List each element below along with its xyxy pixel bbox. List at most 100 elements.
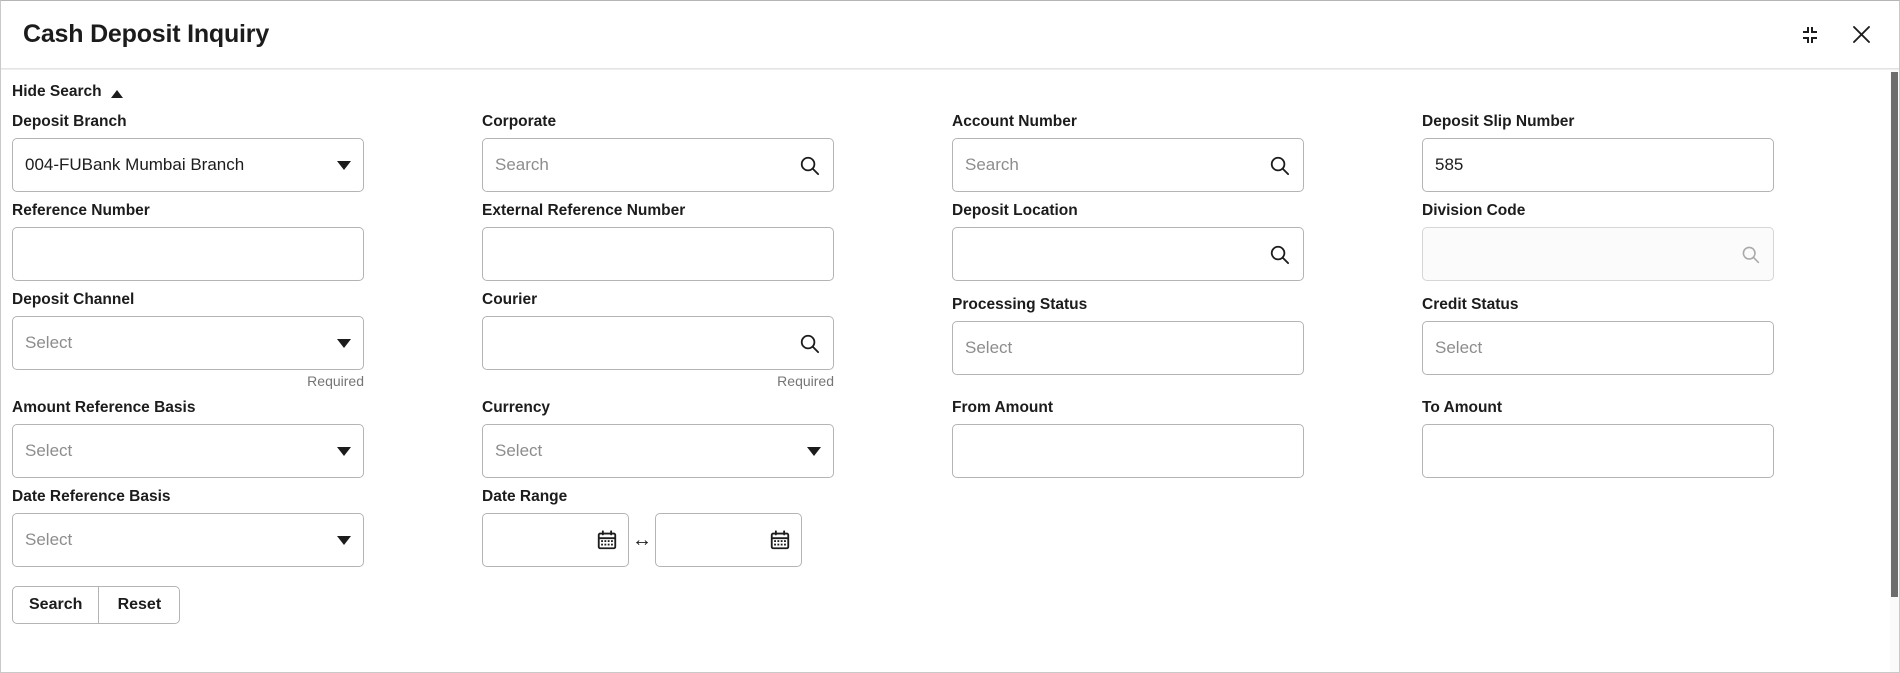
deposit-branch-value: 004-FUBank Mumbai Branch [25, 155, 245, 174]
reference-number-control[interactable] [12, 227, 364, 281]
calendar-icon[interactable] [596, 529, 618, 551]
processing-status-multiselect[interactable]: Select [952, 321, 1304, 375]
field-deposit-channel: Deposit Channel Select Required [12, 291, 364, 389]
account-number-search-control[interactable] [952, 138, 1304, 192]
field-account-number: Account Number [952, 113, 1304, 192]
field-division-code: Division Code [1422, 202, 1774, 281]
processing-status-placeholder: Select [965, 338, 1013, 357]
deposit-channel-placeholder: Select [25, 333, 73, 352]
date-range-group: ↔ [482, 513, 834, 567]
chevron-down-icon [807, 446, 821, 456]
titlebar-actions [1798, 21, 1875, 48]
from-amount-input[interactable] [965, 425, 1291, 477]
search-panel-body: Hide Search Deposit Branch 004-FUBank Mu… [1, 69, 1899, 672]
label-date-range: Date Range [482, 488, 568, 505]
currency-placeholder: Select [495, 441, 543, 460]
caret-up-icon [110, 90, 123, 98]
date-range-separator-icon: ↔ [632, 529, 652, 551]
search-form-grid: Deposit Branch 004-FUBank Mumbai Branch … [1, 101, 1899, 577]
reference-number-input[interactable] [25, 228, 351, 280]
chevron-down-icon [337, 446, 351, 456]
search-panel-actions: Search Reset [12, 586, 1899, 624]
label-deposit-location: Deposit Location [952, 202, 1078, 219]
scrollbar-thumb[interactable] [1891, 72, 1898, 597]
cash-deposit-inquiry-window: Cash Deposit Inquiry Hide Search Deposit… [0, 0, 1900, 673]
date-range-to-input[interactable] [666, 514, 769, 566]
calendar-icon[interactable] [769, 529, 791, 551]
collapse-corners-icon[interactable] [1798, 23, 1822, 47]
chevron-down-icon [337, 160, 351, 170]
division-code-input [1435, 228, 1740, 280]
search-icon[interactable] [1268, 154, 1291, 177]
deposit-slip-number-control[interactable] [1422, 138, 1774, 192]
deposit-channel-required-msg: Required [307, 373, 364, 389]
page-title: Cash Deposit Inquiry [23, 20, 270, 48]
label-external-reference-number: External Reference Number [482, 202, 686, 219]
from-amount-control[interactable] [952, 424, 1304, 478]
amount-reference-basis-select[interactable]: Select [12, 424, 364, 478]
division-code-control [1422, 227, 1774, 281]
field-date-range: Date Range ↔ [482, 488, 834, 567]
label-account-number: Account Number [952, 113, 1077, 130]
to-amount-control[interactable] [1422, 424, 1774, 478]
credit-status-placeholder: Select [1435, 338, 1483, 357]
search-icon [1740, 244, 1761, 265]
field-date-reference-basis: Date Reference Basis Select [12, 488, 364, 567]
date-reference-basis-select[interactable]: Select [12, 513, 364, 567]
field-currency: Currency Select [482, 399, 834, 478]
search-icon[interactable] [1268, 243, 1291, 266]
deposit-channel-select[interactable]: Select [12, 316, 364, 370]
to-amount-input[interactable] [1435, 425, 1761, 477]
account-number-input[interactable] [965, 139, 1268, 191]
label-from-amount: From Amount [952, 399, 1054, 416]
label-processing-status: Processing Status [952, 296, 1088, 313]
label-amount-reference-basis: Amount Reference Basis [12, 399, 196, 416]
hide-search-label: Hide Search [12, 83, 102, 100]
field-corporate: Corporate [482, 113, 834, 192]
label-date-reference-basis: Date Reference Basis [12, 488, 171, 505]
label-deposit-channel: Deposit Channel [12, 291, 135, 308]
close-icon[interactable] [1848, 21, 1875, 48]
chevron-down-icon [337, 535, 351, 545]
field-credit-status: Credit Status Select [1422, 291, 1774, 389]
label-deposit-branch: Deposit Branch [12, 113, 127, 130]
search-button[interactable]: Search [12, 586, 100, 624]
external-reference-number-control[interactable] [482, 227, 834, 281]
search-icon[interactable] [798, 332, 821, 355]
grid-spacer-1 [952, 488, 1422, 577]
deposit-location-input[interactable] [965, 228, 1268, 280]
date-range-from-input[interactable] [493, 514, 596, 566]
field-external-reference-number: External Reference Number [482, 202, 834, 281]
credit-status-multiselect[interactable]: Select [1422, 321, 1774, 375]
deposit-branch-select[interactable]: 004-FUBank Mumbai Branch [12, 138, 364, 192]
external-reference-number-input[interactable] [495, 228, 821, 280]
field-to-amount: To Amount [1422, 399, 1774, 478]
deposit-slip-number-input[interactable] [1435, 139, 1761, 191]
label-currency: Currency [482, 399, 551, 416]
reset-button[interactable]: Reset [99, 586, 181, 624]
amount-reference-basis-placeholder: Select [25, 441, 73, 460]
field-processing-status: Processing Status Select [952, 291, 1304, 389]
deposit-location-control[interactable] [952, 227, 1304, 281]
search-icon[interactable] [798, 154, 821, 177]
label-corporate: Corporate [482, 113, 557, 130]
courier-control[interactable] [482, 316, 834, 370]
hide-search-toggle[interactable]: Hide Search [12, 83, 123, 101]
corporate-search-control[interactable] [482, 138, 834, 192]
field-courier: Courier Required [482, 291, 834, 389]
date-range-from-control[interactable] [482, 513, 629, 567]
corporate-input[interactable] [495, 139, 798, 191]
courier-input[interactable] [495, 317, 798, 369]
field-reference-number: Reference Number [12, 202, 364, 281]
field-deposit-location: Deposit Location [952, 202, 1304, 281]
label-division-code: Division Code [1422, 202, 1526, 219]
field-amount-reference-basis: Amount Reference Basis Select [12, 399, 364, 478]
date-range-to-control[interactable] [655, 513, 802, 567]
field-deposit-branch: Deposit Branch 004-FUBank Mumbai Branch [12, 113, 364, 192]
field-deposit-slip-number: Deposit Slip Number [1422, 113, 1774, 192]
vertical-scrollbar[interactable] [1890, 70, 1899, 672]
chevron-down-icon [337, 338, 351, 348]
label-reference-number: Reference Number [12, 202, 150, 219]
grid-spacer-2 [1422, 488, 1892, 577]
currency-select[interactable]: Select [482, 424, 834, 478]
